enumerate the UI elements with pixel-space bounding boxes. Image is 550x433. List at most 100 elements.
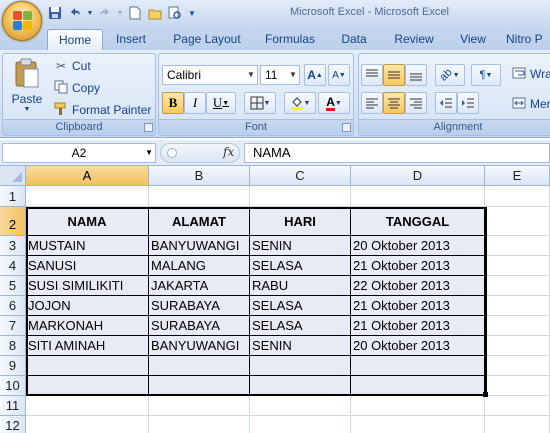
table-cell[interactable]: MALANG	[149, 256, 250, 276]
table-cell[interactable]: 21 Oktober 2013	[351, 296, 485, 316]
table-cell[interactable]: MARKONAH	[26, 316, 149, 336]
table-cell[interactable]: 20 Oktober 2013	[351, 236, 485, 256]
clipboard-launcher-icon[interactable]	[144, 123, 153, 132]
resize-grip-icon[interactable]	[167, 148, 177, 158]
row-header-1[interactable]: 1	[0, 186, 26, 207]
customize-qat-icon[interactable]: ▼	[186, 4, 198, 22]
table-cell[interactable]: SENIN	[250, 336, 351, 356]
open-folder-icon[interactable]	[146, 4, 164, 22]
table-cell[interactable]	[149, 376, 250, 396]
column-header-b[interactable]: B	[149, 166, 250, 186]
table-cell[interactable]: SURABAYA	[149, 316, 250, 336]
cell-e2[interactable]	[485, 207, 550, 236]
redo-dropdown-icon[interactable]: ▼	[116, 4, 124, 22]
new-document-icon[interactable]	[126, 4, 144, 22]
row-header-12[interactable]: 12	[0, 416, 26, 433]
name-box[interactable]: A2 ▼	[2, 143, 156, 163]
undo-dropdown-icon[interactable]: ▼	[86, 4, 94, 22]
bold-button[interactable]: B	[162, 92, 184, 114]
paste-button[interactable]: Paste ▼	[7, 56, 47, 118]
row-header-6[interactable]: 6	[0, 296, 26, 316]
cell-d11[interactable]	[351, 396, 485, 416]
cell-d1[interactable]	[351, 186, 485, 207]
cell-c11[interactable]	[250, 396, 351, 416]
font-size-select[interactable]: 11 ▼	[260, 65, 300, 85]
cell-e8[interactable]	[485, 336, 550, 356]
row-header-4[interactable]: 4	[0, 256, 26, 276]
column-header-d[interactable]: D	[351, 166, 485, 186]
table-cell[interactable]	[250, 376, 351, 396]
table-header-nama[interactable]: NAMA	[26, 207, 149, 236]
table-cell[interactable]: BANYUWANGI	[149, 336, 250, 356]
column-header-e[interactable]: E	[485, 166, 550, 186]
cell-e11[interactable]	[485, 396, 550, 416]
cut-button[interactable]: ✂ Cut	[53, 58, 91, 74]
table-cell[interactable]	[149, 356, 250, 376]
undo-icon[interactable]	[66, 4, 84, 22]
cell-e9[interactable]	[485, 356, 550, 376]
table-cell[interactable]	[351, 376, 485, 396]
cell-e7[interactable]	[485, 316, 550, 336]
cell-e3[interactable]	[485, 236, 550, 256]
row-header-11[interactable]: 11	[0, 396, 26, 416]
insert-function-icon[interactable]: fx	[223, 145, 234, 159]
select-all-button[interactable]	[0, 166, 26, 186]
redo-icon[interactable]	[96, 4, 114, 22]
office-button[interactable]	[2, 1, 42, 41]
row-header-9[interactable]: 9	[0, 356, 26, 376]
cell-b1[interactable]	[149, 186, 250, 207]
cell-e6[interactable]	[485, 296, 550, 316]
align-left-button[interactable]	[361, 92, 383, 114]
grow-font-button[interactable]: A ▲	[304, 64, 326, 86]
row-header-5[interactable]: 5	[0, 276, 26, 296]
copy-button[interactable]: Copy	[53, 80, 100, 96]
tab-data[interactable]: Data	[334, 29, 374, 50]
cell-e4[interactable]	[485, 256, 550, 276]
table-cell[interactable]: MUSTAIN	[26, 236, 149, 256]
table-cell[interactable]: JAKARTA	[149, 276, 250, 296]
table-cell[interactable]: 21 Oktober 2013	[351, 316, 485, 336]
formula-input[interactable]: NAMA	[244, 143, 550, 163]
name-box-dropdown-icon[interactable]: ▼	[145, 144, 153, 162]
cell-e12[interactable]	[485, 416, 550, 433]
cell-e10[interactable]	[485, 376, 550, 396]
table-cell[interactable]	[351, 356, 485, 376]
wrap-text-button[interactable]: Wra	[511, 66, 550, 82]
tab-view[interactable]: View	[452, 29, 494, 50]
table-cell[interactable]: SANUSI	[26, 256, 149, 276]
table-cell[interactable]: SENIN	[250, 236, 351, 256]
row-header-8[interactable]: 8	[0, 336, 26, 356]
table-header-tanggal[interactable]: TANGGAL	[351, 207, 485, 236]
print-preview-icon[interactable]	[166, 4, 184, 22]
cell-e1[interactable]	[485, 186, 550, 207]
fill-color-button[interactable]: ▼	[284, 92, 316, 114]
table-cell[interactable]: SELASA	[250, 296, 351, 316]
table-cell[interactable]: SELASA	[250, 316, 351, 336]
cell-a11[interactable]	[26, 396, 149, 416]
cell-b11[interactable]	[149, 396, 250, 416]
align-bottom-button[interactable]	[405, 64, 427, 86]
cell-e5[interactable]	[485, 276, 550, 296]
cell-c12[interactable]	[250, 416, 351, 433]
save-icon[interactable]	[46, 4, 64, 22]
tab-review[interactable]: Review	[386, 29, 442, 50]
table-cell[interactable]	[250, 356, 351, 376]
cell-c1[interactable]	[250, 186, 351, 207]
table-cell[interactable]: JOJON	[26, 296, 149, 316]
cell-a12[interactable]	[26, 416, 149, 433]
row-header-7[interactable]: 7	[0, 316, 26, 336]
shrink-font-button[interactable]: A ▼	[328, 64, 350, 86]
decrease-indent-button[interactable]	[435, 92, 457, 114]
table-cell[interactable]: 22 Oktober 2013	[351, 276, 485, 296]
column-header-c[interactable]: C	[250, 166, 351, 186]
row-header-2[interactable]: 2	[0, 207, 26, 236]
italic-button[interactable]: I	[184, 92, 206, 114]
format-painter-button[interactable]: Format Painter	[53, 102, 151, 118]
table-cell[interactable]: SURABAYA	[149, 296, 250, 316]
table-cell[interactable]: 21 Oktober 2013	[351, 256, 485, 276]
column-header-a[interactable]: A	[26, 166, 149, 186]
tab-home[interactable]: Home	[47, 29, 103, 50]
fill-handle[interactable]	[483, 392, 488, 397]
font-color-button[interactable]: A ▼	[318, 92, 350, 114]
underline-button[interactable]: U ▼	[206, 92, 236, 114]
